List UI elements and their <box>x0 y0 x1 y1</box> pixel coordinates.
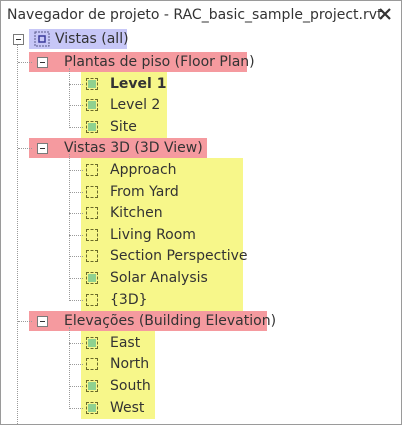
view-icon <box>86 401 98 414</box>
tree-connector-h <box>69 213 83 215</box>
tree-connector-h <box>69 83 83 85</box>
tree-connector-v <box>69 154 70 302</box>
tree-item-label: Level 1 <box>110 75 167 92</box>
collapse-toggle[interactable] <box>13 34 24 45</box>
tree-connector-h <box>69 191 83 193</box>
view-icon <box>86 336 98 349</box>
tree-item-label: West <box>110 399 145 416</box>
tree-connector-h <box>69 342 83 344</box>
tree-connector-h <box>69 386 83 387</box>
tree-item-row[interactable]: From Yard <box>1 182 401 202</box>
tree-connector-h <box>69 407 83 409</box>
tree-item-row[interactable]: West <box>1 398 401 418</box>
tree-item-row[interactable]: South <box>1 376 401 396</box>
view-icon <box>86 164 98 176</box>
view-icon <box>86 293 98 306</box>
tree-item-row[interactable]: {3D} <box>1 290 401 310</box>
view-icon <box>86 77 98 90</box>
tree-connector-h <box>18 148 32 150</box>
tree-group-label: Elevações (Building Elevation) <box>64 313 277 330</box>
tree-connector-h <box>69 170 83 171</box>
tree-connector-h <box>69 256 83 258</box>
tree-group-label: Vistas 3D (3D View) <box>64 140 203 157</box>
window-title: Navegador de projeto - RAC_basic_sample_… <box>7 7 383 23</box>
tree-item-label: East <box>110 334 141 351</box>
tree-item-label: North <box>110 356 150 373</box>
view-icon <box>86 207 98 220</box>
tree-connector-h <box>69 234 83 236</box>
tree-connector-h <box>69 299 83 301</box>
tree-item-label: {3D} <box>110 291 148 308</box>
tree-item-label: Level 2 <box>110 97 161 114</box>
tree-connector-h <box>69 105 83 107</box>
view-icon <box>86 250 98 263</box>
tree-item-row[interactable]: East <box>1 333 401 353</box>
tree-item-row[interactable]: Site <box>1 117 401 137</box>
view-icon <box>86 272 98 284</box>
tree-connector-h <box>18 62 32 63</box>
tree-item-row[interactable]: Solar Analysis <box>1 268 401 288</box>
tree-item-label: Solar Analysis <box>110 270 208 286</box>
view-icon <box>86 99 98 112</box>
tree-item-label: From Yard <box>110 183 179 200</box>
tree-item-row[interactable]: Level 1 <box>1 74 401 94</box>
tree-root-row[interactable]: Vistas (all) <box>1 29 401 49</box>
tree-group-row[interactable]: Plantas de piso (Floor Plan) <box>1 52 401 72</box>
view-icon <box>86 120 98 133</box>
tree-connector-h <box>69 126 83 128</box>
tree-connector-h <box>69 278 83 279</box>
view-icon <box>86 228 98 241</box>
title-bar: Navegador de projeto - RAC_basic_sample_… <box>1 1 401 29</box>
tree-item-row[interactable]: Living Room <box>1 225 401 245</box>
tree-connector-v <box>69 326 70 410</box>
tree-item-row[interactable]: North <box>1 354 401 374</box>
tree-item-row[interactable]: Approach <box>1 160 401 180</box>
view-icon <box>86 358 98 371</box>
tree-connector-v <box>17 45 18 424</box>
views-icon <box>34 31 50 47</box>
view-icon <box>86 185 98 198</box>
project-tree: Vistas (all) Plantas de piso (Floor Plan… <box>1 29 401 424</box>
tree-item-label: Kitchen <box>110 205 163 222</box>
tree-group-label: Plantas de piso (Floor Plan) <box>64 54 255 70</box>
tree-group-row[interactable]: Vistas 3D (3D View) <box>1 138 401 159</box>
tree-item-label: Approach <box>110 162 177 178</box>
tree-connector-h <box>69 364 83 366</box>
collapse-toggle[interactable] <box>37 143 48 155</box>
collapse-toggle[interactable] <box>37 316 48 328</box>
tree-group-row[interactable]: Elevações (Building Elevation) <box>1 311 401 332</box>
view-icon <box>86 380 98 392</box>
tree-root-label: Vistas (all) <box>55 31 129 47</box>
tree-item-label: Site <box>110 118 137 135</box>
tree-connector-h <box>18 321 32 323</box>
close-icon[interactable] <box>375 4 395 24</box>
tree-item-label: Living Room <box>110 226 196 243</box>
tree-item-row[interactable]: Level 2 <box>1 95 401 115</box>
tree-item-row[interactable]: Section Perspective <box>1 246 401 266</box>
tree-item-row[interactable]: Kitchen <box>1 203 401 223</box>
project-browser-window: Navegador de projeto - RAC_basic_sample_… <box>0 0 402 425</box>
collapse-toggle[interactable] <box>37 57 48 68</box>
tree-item-label: South <box>110 378 151 394</box>
tree-connector-v <box>69 67 70 129</box>
tree-item-label: Section Perspective <box>110 248 248 265</box>
